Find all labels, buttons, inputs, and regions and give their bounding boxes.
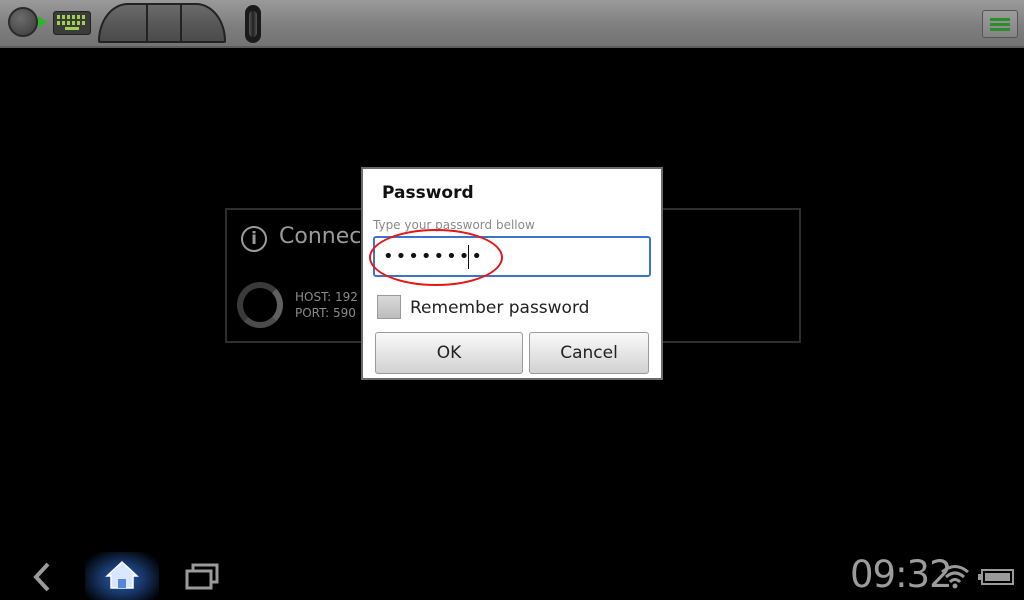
port-label: PORT: 590: [295, 306, 356, 320]
cancel-button[interactable]: Cancel: [529, 332, 649, 374]
progress-spinner: [237, 282, 283, 328]
connecting-title: Connect: [279, 224, 370, 249]
scroll-wheel-icon[interactable]: [245, 5, 261, 43]
top-toolbar: [0, 0, 1024, 48]
password-hint: Type your password bellow: [373, 218, 535, 232]
password-dialog: Password Type your password bellow Remem…: [361, 167, 663, 380]
text-cursor: [468, 245, 469, 269]
remember-password-label[interactable]: Remember password: [410, 298, 589, 318]
remember-password-checkbox[interactable]: [377, 295, 401, 319]
menu-icon[interactable]: [982, 10, 1018, 38]
wifi-icon: [940, 563, 970, 589]
password-field[interactable]: [373, 236, 651, 277]
mouse-left-button[interactable]: [100, 5, 148, 41]
host-label: HOST: 192: [295, 290, 358, 304]
battery-icon: [977, 568, 1015, 586]
connection-icon[interactable]: [8, 7, 38, 37]
back-icon[interactable]: [28, 560, 58, 594]
mouse-right-button[interactable]: [180, 5, 224, 41]
mouse-buttons: [98, 3, 226, 43]
recent-apps-icon[interactable]: [185, 562, 221, 590]
ok-button[interactable]: OK: [375, 332, 523, 374]
clock: 09:32: [850, 553, 953, 596]
home-icon[interactable]: [85, 552, 159, 600]
dialog-title: Password: [382, 183, 474, 203]
info-icon: i: [241, 226, 267, 252]
connection-arrow-icon: [38, 16, 47, 28]
keyboard-icon[interactable]: [53, 11, 91, 35]
mouse-middle-button[interactable]: [146, 5, 182, 41]
